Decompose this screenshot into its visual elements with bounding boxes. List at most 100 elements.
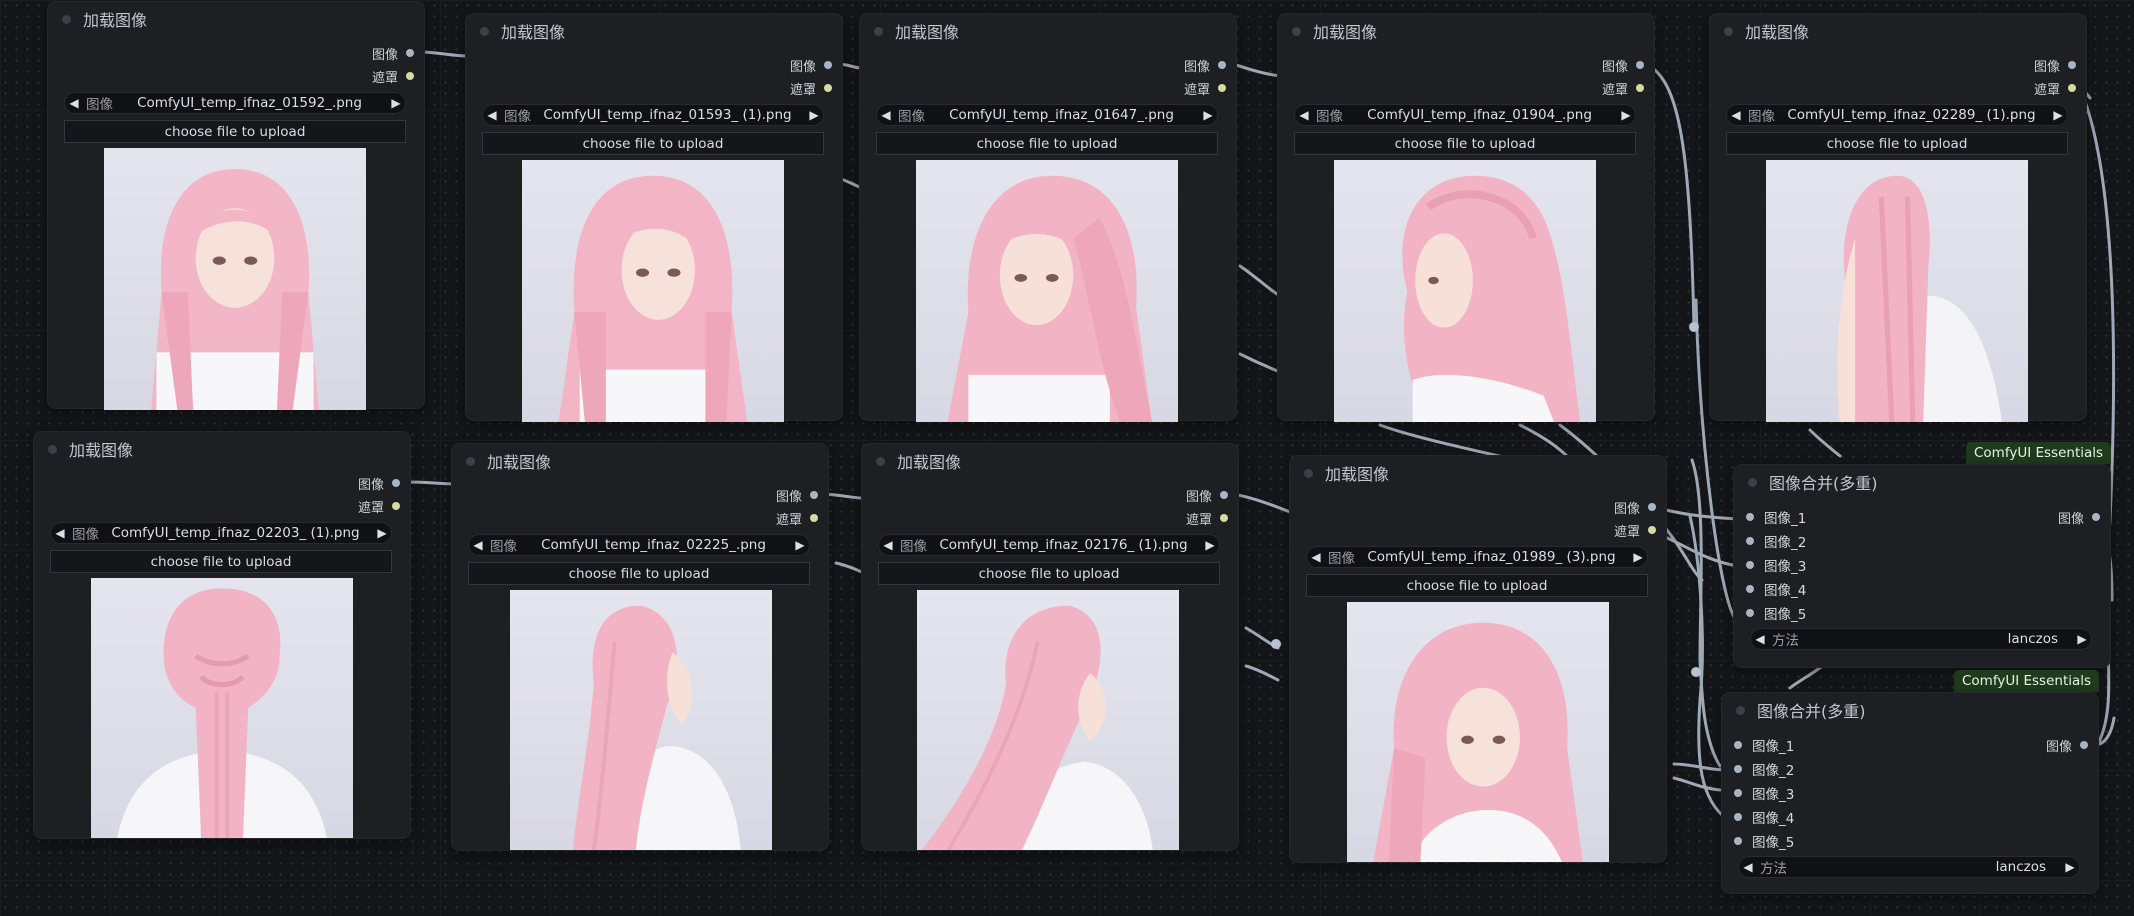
- output-mask[interactable]: 遮罩: [1614, 520, 1666, 540]
- arrow-left-icon[interactable]: ◀: [878, 538, 898, 552]
- socket-icon[interactable]: [2080, 741, 2088, 749]
- image-combo[interactable]: ◀ 图像 ComfyUI_temp_ifnaz_02289_ (1).png ▶: [1726, 104, 2068, 126]
- image-combo[interactable]: ◀ 图像 ComfyUI_temp_ifnaz_02203_ (1).png ▶: [50, 522, 392, 544]
- socket-icon[interactable]: [1746, 513, 1754, 521]
- upload-button[interactable]: choose file to upload: [468, 562, 810, 585]
- arrow-right-icon[interactable]: ▶: [386, 96, 406, 110]
- collapse-dot-icon[interactable]: [48, 444, 57, 454]
- collapse-dot-icon[interactable]: [1292, 26, 1301, 36]
- arrow-left-icon[interactable]: ◀: [50, 526, 70, 540]
- arrow-right-icon[interactable]: ▶: [2048, 108, 2068, 122]
- method-combo[interactable]: ◀ 方法 lanczos ▶: [1750, 628, 2092, 650]
- arrow-right-icon[interactable]: ▶: [1628, 550, 1648, 564]
- output-mask[interactable]: 遮罩: [1602, 78, 1654, 98]
- socket-icon[interactable]: [1734, 837, 1742, 845]
- arrow-left-icon[interactable]: ◀: [1726, 108, 1746, 122]
- load-image-node-7[interactable]: 加载图像 图像 遮罩 ◀ 图像 ComfyUI_temp_ifnaz_02225…: [452, 444, 828, 850]
- output-mask[interactable]: 遮罩: [1184, 78, 1236, 98]
- collapse-dot-icon[interactable]: [466, 456, 475, 466]
- load-image-node-4[interactable]: 加载图像 图像 遮罩 ◀ 图像 ComfyUI_temp_ifnaz_01904…: [1278, 14, 1654, 422]
- image-combo[interactable]: ◀ 图像 ComfyUI_temp_ifnaz_01904_.png ▶: [1294, 104, 1636, 126]
- arrow-right-icon[interactable]: ▶: [1200, 538, 1220, 552]
- arrow-right-icon[interactable]: ▶: [372, 526, 392, 540]
- output-image[interactable]: 图像: [2046, 735, 2098, 755]
- socket-icon[interactable]: [824, 84, 832, 92]
- socket-icon[interactable]: [824, 61, 832, 69]
- input-image-3[interactable]: 图像_3: [1722, 783, 1794, 803]
- output-image[interactable]: 图像: [1184, 55, 1236, 75]
- input-image-3[interactable]: 图像_3: [1734, 555, 1806, 575]
- socket-icon[interactable]: [1636, 84, 1644, 92]
- socket-icon[interactable]: [1746, 561, 1754, 569]
- collapse-dot-icon[interactable]: [1304, 468, 1313, 478]
- socket-icon[interactable]: [810, 514, 818, 522]
- output-mask[interactable]: 遮罩: [358, 496, 410, 516]
- collapse-dot-icon[interactable]: [62, 14, 71, 24]
- load-image-node-3[interactable]: 加载图像 图像 遮罩 ◀ 图像 ComfyUI_temp_ifnaz_01647…: [860, 14, 1236, 422]
- collapse-dot-icon[interactable]: [876, 456, 885, 466]
- arrow-right-icon[interactable]: ▶: [1616, 108, 1636, 122]
- arrow-right-icon[interactable]: ▶: [804, 108, 824, 122]
- input-image-5[interactable]: 图像_5: [1734, 603, 1806, 623]
- socket-icon[interactable]: [1218, 61, 1226, 69]
- socket-icon[interactable]: [1220, 491, 1228, 499]
- socket-icon[interactable]: [1746, 609, 1754, 617]
- node-title-bar[interactable]: 加载图像: [34, 432, 410, 466]
- socket-icon[interactable]: [1746, 537, 1754, 545]
- socket-icon[interactable]: [406, 49, 414, 57]
- socket-icon[interactable]: [2068, 84, 2076, 92]
- node-title-bar[interactable]: 加载图像: [1710, 14, 2086, 48]
- input-image-2[interactable]: 图像_2: [1722, 759, 1794, 779]
- load-image-node-6[interactable]: 加载图像 图像 遮罩 ◀ 图像 ComfyUI_temp_ifnaz_02203…: [34, 432, 410, 838]
- output-image[interactable]: 图像: [1186, 485, 1238, 505]
- image-combo[interactable]: ◀ 图像 ComfyUI_temp_ifnaz_01592_.png ▶: [64, 92, 406, 114]
- image-merge-node-2[interactable]: 图像合并(多重) 图像 图像_1 图像_2 图像_3 图像_4 图像_5 ◀ 方…: [1722, 693, 2098, 893]
- node-title-bar[interactable]: 图像合并(多重): [1722, 693, 2098, 727]
- socket-icon[interactable]: [2068, 61, 2076, 69]
- image-combo[interactable]: ◀ 图像 ComfyUI_temp_ifnaz_02225_.png ▶: [468, 534, 810, 556]
- input-image-5[interactable]: 图像_5: [1722, 831, 1794, 851]
- socket-icon[interactable]: [1734, 813, 1742, 821]
- arrow-left-icon[interactable]: ◀: [876, 108, 896, 122]
- arrow-left-icon[interactable]: ◀: [468, 538, 488, 552]
- upload-button[interactable]: choose file to upload: [482, 132, 824, 155]
- image-combo[interactable]: ◀ 图像 ComfyUI_temp_ifnaz_01647_.png ▶: [876, 104, 1218, 126]
- socket-icon[interactable]: [1648, 526, 1656, 534]
- socket-icon[interactable]: [810, 491, 818, 499]
- output-image[interactable]: 图像: [2034, 55, 2086, 75]
- load-image-node-9[interactable]: 加载图像 图像 遮罩 ◀ 图像 ComfyUI_temp_ifnaz_01989…: [1290, 456, 1666, 862]
- arrow-right-icon[interactable]: ▶: [790, 538, 810, 552]
- node-title-bar[interactable]: 加载图像: [860, 14, 1236, 48]
- socket-icon[interactable]: [392, 502, 400, 510]
- output-mask[interactable]: 遮罩: [372, 66, 424, 86]
- output-image[interactable]: 图像: [358, 473, 410, 493]
- socket-icon[interactable]: [406, 72, 414, 80]
- arrow-right-icon[interactable]: ▶: [1198, 108, 1218, 122]
- image-combo[interactable]: ◀ 图像 ComfyUI_temp_ifnaz_01593_ (1).png ▶: [482, 104, 824, 126]
- collapse-dot-icon[interactable]: [480, 26, 489, 36]
- input-image-4[interactable]: 图像_4: [1734, 579, 1806, 599]
- upload-button[interactable]: choose file to upload: [878, 562, 1220, 585]
- socket-icon[interactable]: [1734, 765, 1742, 773]
- arrow-left-icon[interactable]: ◀: [1750, 632, 1770, 646]
- output-image[interactable]: 图像: [776, 485, 828, 505]
- upload-button[interactable]: choose file to upload: [50, 550, 392, 573]
- arrow-left-icon[interactable]: ◀: [64, 96, 84, 110]
- output-image[interactable]: 图像: [1602, 55, 1654, 75]
- output-mask[interactable]: 遮罩: [2034, 78, 2086, 98]
- socket-icon[interactable]: [1220, 514, 1228, 522]
- output-mask[interactable]: 遮罩: [776, 508, 828, 528]
- arrow-left-icon[interactable]: ◀: [1294, 108, 1314, 122]
- output-mask[interactable]: 遮罩: [790, 78, 842, 98]
- output-image[interactable]: 图像: [372, 43, 424, 63]
- upload-button[interactable]: choose file to upload: [1306, 574, 1648, 597]
- arrow-left-icon[interactable]: ◀: [1738, 860, 1758, 874]
- input-image-2[interactable]: 图像_2: [1734, 531, 1806, 551]
- socket-icon[interactable]: [392, 479, 400, 487]
- node-title-bar[interactable]: 加载图像: [452, 444, 828, 478]
- method-combo[interactable]: ◀ 方法 lanczos ▶: [1738, 856, 2080, 878]
- node-title-bar[interactable]: 加载图像: [862, 444, 1238, 478]
- upload-button[interactable]: choose file to upload: [64, 120, 406, 143]
- node-title-bar[interactable]: 加载图像: [48, 2, 424, 36]
- upload-button[interactable]: choose file to upload: [1726, 132, 2068, 155]
